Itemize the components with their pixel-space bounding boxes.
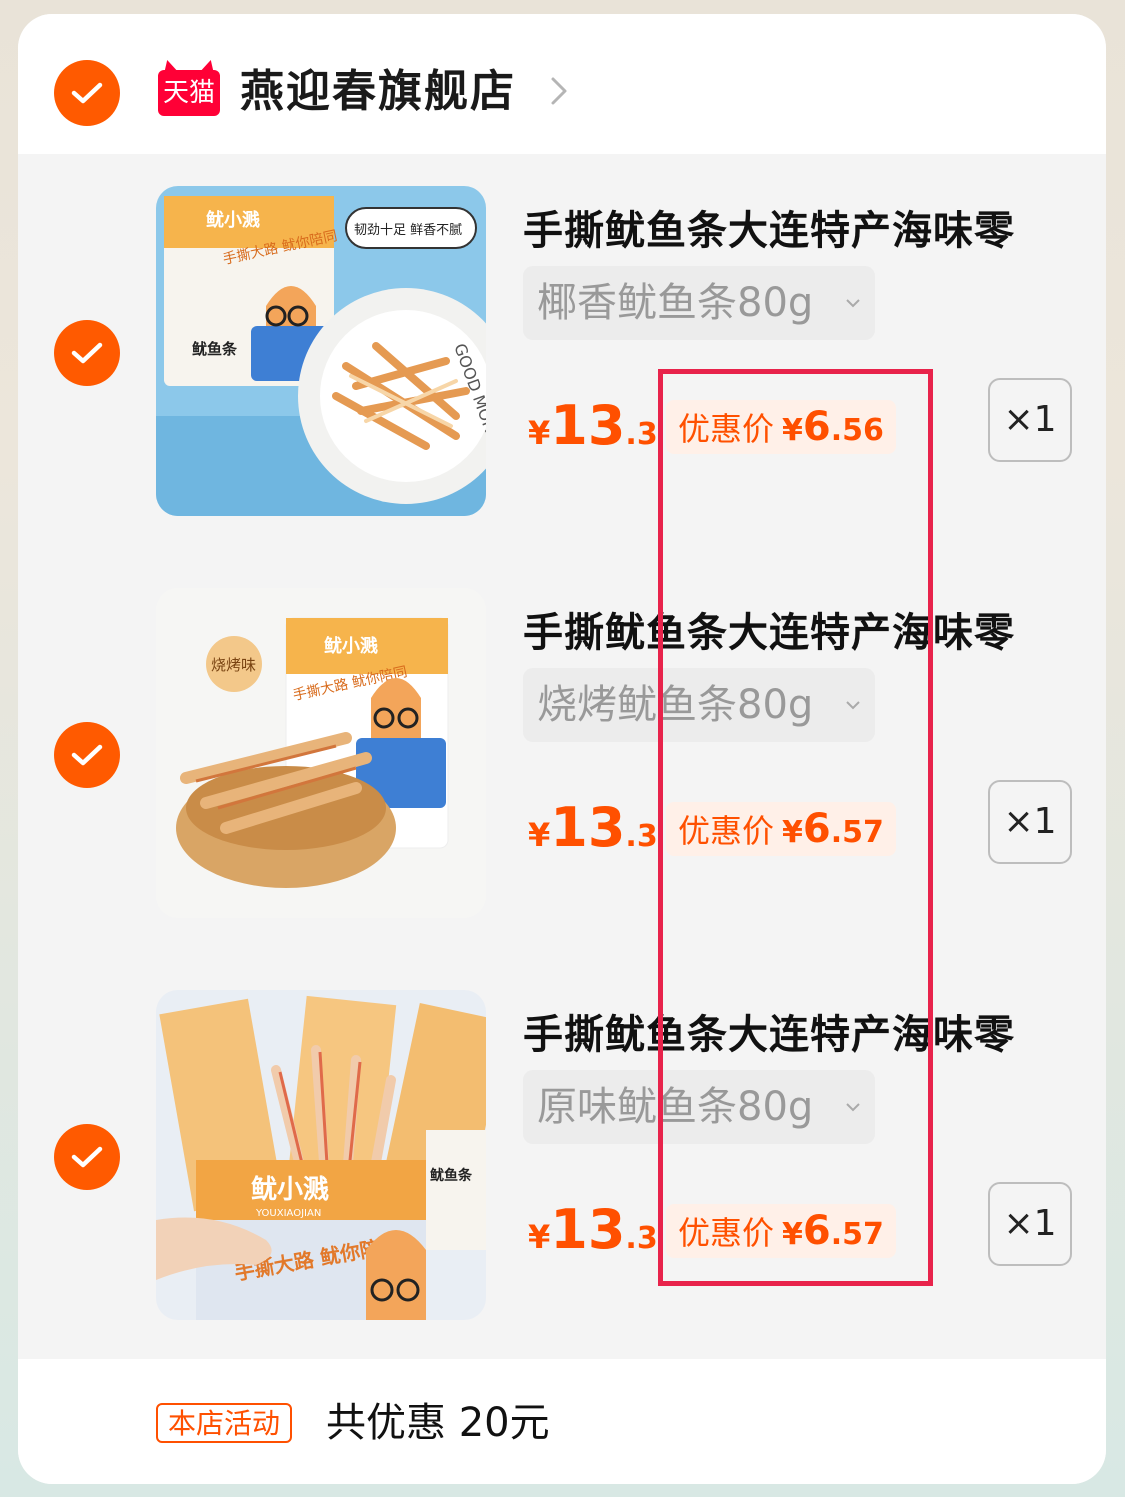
bag-brand-text: 鱿小溅 — [324, 635, 378, 657]
bag-name-text: 鱿鱼条 — [192, 340, 238, 358]
bag-name-text: 鱿鱼条 — [430, 1167, 473, 1184]
product-image[interactable]: 鱿小溅 手撕大路 鱿你陪同 烧烤味 — [156, 588, 486, 918]
bag-sub-text: YOUXIAOJIAN — [255, 1208, 321, 1219]
tagline-text: 韧劲十足 鲜香不腻 — [354, 223, 462, 238]
sku-selector[interactable]: 椰香鱿鱼条80g — [523, 266, 875, 340]
cart-item: 鱿小溅 手撕大路 鱿你陪同 烧烤味 手撕鱿鱼条大连特产海味零 烧烤鱿鱼条80g … — [18, 588, 1106, 928]
product-image[interactable]: 鱿鱼条 鱿小溅 YOUXIAOJIAN 手撕大路 鱿你陪同 — [156, 990, 486, 1320]
item-select-checkbox[interactable] — [54, 1124, 120, 1190]
tmall-logo: 天猫 — [158, 60, 220, 116]
product-price: ¥13.3 — [528, 394, 658, 457]
shop-select-checkbox[interactable] — [54, 60, 120, 126]
product-price: ¥13.3 — [528, 1198, 658, 1261]
sku-label: 原味鱿鱼条80g — [537, 1084, 814, 1130]
product-price: ¥13.3 — [528, 796, 658, 859]
chevron-right-icon[interactable] — [548, 74, 570, 108]
sku-selector[interactable]: 原味鱿鱼条80g — [523, 1070, 875, 1144]
checkmark-icon — [71, 342, 103, 364]
promo-price-badge: 优惠价 ¥6.56 — [666, 400, 896, 454]
promo-price-badge: 优惠价 ¥6.57 — [666, 802, 896, 856]
cart-item: 鱿鱼条 鱿小溅 YOUXIAOJIAN 手撕大路 鱿你陪同 手撕鱿鱼条大连特产海… — [18, 990, 1106, 1330]
quantity-button[interactable]: ×1 — [988, 1182, 1072, 1266]
sku-label: 烧烤鱿鱼条80g — [537, 682, 814, 728]
checkmark-icon — [71, 1146, 103, 1168]
chevron-down-icon — [846, 1103, 860, 1112]
chevron-down-icon — [846, 299, 860, 308]
activity-discount-text: 共优惠 20元 — [326, 1400, 550, 1446]
item-select-checkbox[interactable] — [54, 722, 120, 788]
checkmark-icon — [71, 744, 103, 766]
shop-name[interactable]: 燕迎春旗舰店 — [240, 62, 516, 122]
item-select-checkbox[interactable] — [54, 320, 120, 386]
flavor-badge-text: 烧烤味 — [211, 656, 256, 674]
sku-selector[interactable]: 烧烤鱿鱼条80g — [523, 668, 875, 742]
activity-tag[interactable]: 本店活动 — [156, 1403, 293, 1443]
product-title[interactable]: 手撕鱿鱼条大连特产海味零 — [523, 198, 1015, 256]
chevron-down-icon — [846, 701, 860, 710]
shop-header: 天猫 燕迎春旗舰店 — [18, 14, 1106, 154]
product-image[interactable]: 鱿小溅 手撕大路 鱿你陪同 鱿鱼条 韧劲十足 鲜香不腻 — [156, 186, 486, 516]
quantity-button[interactable]: ×1 — [988, 378, 1072, 462]
shop-activity-footer: 本店活动 共优惠 20元 — [18, 1359, 1106, 1484]
checkmark-icon — [71, 82, 103, 104]
cart-item: 鱿小溅 手撕大路 鱿你陪同 鱿鱼条 韧劲十足 鲜香不腻 手撕鱿鱼条大连特产海味零… — [18, 186, 1106, 526]
product-title[interactable]: 手撕鱿鱼条大连特产海味零 — [523, 600, 1015, 658]
bag-brand-text: 鱿小溅 — [251, 1175, 329, 1205]
bag-brand-text: 鱿小溅 — [206, 209, 260, 231]
cart-shop-card: 天猫 燕迎春旗舰店 鱿小溅 手撕大路 鱿你陪同 鱿鱼条 韧劲十足 鲜香不腻 手撕… — [18, 14, 1106, 1484]
sku-label: 椰香鱿鱼条80g — [537, 280, 814, 326]
product-title[interactable]: 手撕鱿鱼条大连特产海味零 — [523, 1002, 1015, 1060]
promo-price-badge: 优惠价 ¥6.57 — [666, 1204, 896, 1258]
quantity-button[interactable]: ×1 — [988, 780, 1072, 864]
